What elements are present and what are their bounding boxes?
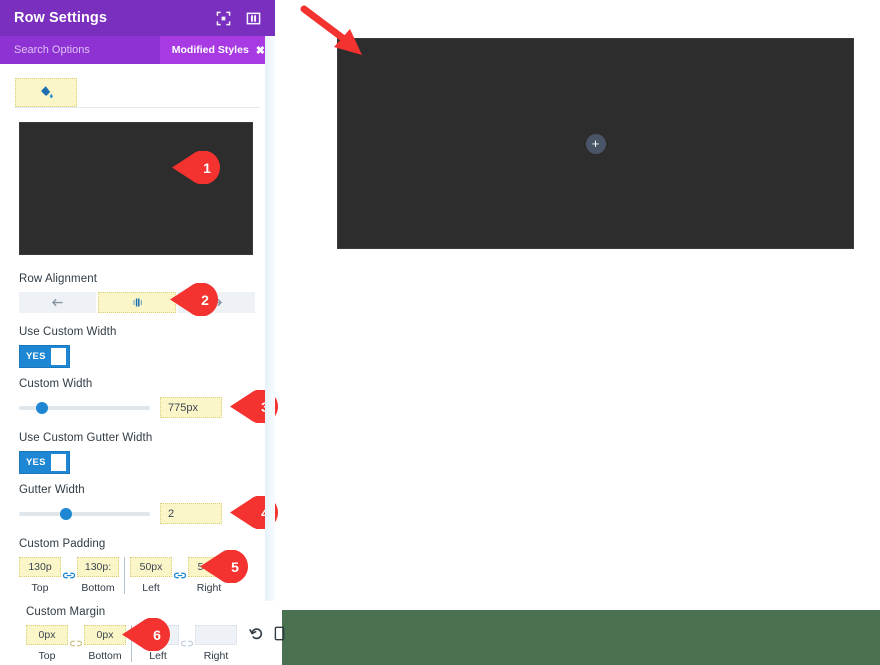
padding-left-label: Left — [142, 582, 160, 594]
toggle-knob — [50, 454, 66, 471]
use-custom-gutter-width-label: Use Custom Gutter Width — [19, 432, 153, 444]
field-use-custom-gutter-width: Use Custom Gutter Width YES — [19, 432, 255, 474]
custom-width-input[interactable]: 775px — [160, 397, 222, 418]
page-footer-band — [275, 610, 880, 665]
toggle-value: YES — [26, 457, 46, 468]
margin-right-cell: Right — [195, 625, 237, 662]
margin-bottom-label: Bottom — [88, 650, 122, 662]
panel-scroll-edge[interactable] — [265, 36, 275, 610]
modified-styles-badge[interactable]: Modified Styles ✖ — [159, 36, 275, 64]
padding-horizontal-linked-icon[interactable] — [172, 570, 188, 581]
padding-right-input[interactable]: 50px — [188, 557, 230, 577]
panel-layout-icon[interactable] — [246, 11, 261, 26]
margin-bottom-input[interactable]: 0px — [84, 625, 126, 645]
margin-vertical-unlinked-icon[interactable] — [68, 638, 84, 649]
panel-header-actions — [216, 11, 261, 26]
reset-icon[interactable] — [249, 626, 264, 641]
margin-vertical-pair: 0px Top 0px Bottom — [26, 625, 126, 662]
linked-icon — [173, 572, 187, 579]
padding-top-label: Top — [31, 582, 49, 594]
custom-width-row: 775px — [19, 397, 255, 418]
field-custom-padding: Custom Padding 130p Top 130p: Bottom 50p… — [19, 538, 269, 594]
linked-icon — [62, 572, 76, 579]
padding-top-input[interactable]: 130p — [19, 557, 61, 577]
gutter-width-input[interactable]: 2 — [160, 503, 222, 524]
margin-left-cell: Left — [137, 625, 179, 662]
margin-horizontal-unlinked-icon[interactable] — [179, 638, 195, 649]
use-custom-gutter-width-toggle[interactable]: YES — [19, 451, 70, 474]
panel-header: Row Settings — [0, 0, 275, 36]
margin-top-input[interactable]: 0px — [26, 625, 68, 645]
padding-left-input[interactable]: 50px — [130, 557, 172, 577]
custom-width-slider[interactable] — [19, 401, 150, 414]
expand-icon[interactable] — [216, 11, 231, 26]
gutter-width-row: 2 — [19, 503, 255, 524]
unlinked-icon — [180, 640, 194, 647]
padding-left-cell: 50px Left — [130, 557, 172, 594]
padding-vertical-linked-icon[interactable] — [61, 570, 77, 581]
settings-tab-strip — [15, 78, 260, 108]
row-preview-thumbnail[interactable] — [19, 122, 253, 255]
padding-bottom-label: Bottom — [81, 582, 115, 594]
row-alignment-label: Row Alignment — [19, 273, 98, 285]
align-center-icon — [132, 298, 142, 307]
paint-bucket-icon — [40, 86, 53, 98]
custom-width-slider-handle[interactable] — [36, 401, 49, 414]
gutter-width-slider-handle[interactable] — [59, 507, 72, 520]
field-row-alignment: Row Alignment — [19, 273, 256, 313]
row-alignment-options — [19, 292, 256, 313]
margin-right-label: Right — [203, 650, 229, 662]
add-module-button[interactable]: + — [585, 133, 606, 154]
row-settings-panel: Row Settings Modified Sty — [0, 0, 275, 610]
custom-width-label: Custom Width — [19, 378, 93, 390]
align-left-icon — [51, 298, 63, 307]
custom-padding-inputs: 130p Top 130p: Bottom 50px Left 50px Rig… — [19, 557, 269, 594]
field-custom-width: Custom Width 775px — [19, 378, 255, 418]
custom-padding-label: Custom Padding — [19, 538, 106, 550]
modified-styles-label: Modified Styles — [171, 44, 249, 56]
padding-bottom-cell: 130p: Bottom — [77, 557, 119, 594]
padding-top-cell: 130p Top — [19, 557, 61, 594]
padding-right-label: Right — [196, 582, 222, 594]
padding-right-cell: 50px Right — [188, 557, 230, 594]
padding-horizontal-pair: 50px Left 50px Right — [124, 557, 230, 594]
align-right-button[interactable] — [178, 292, 256, 313]
margin-actions — [249, 626, 285, 641]
gutter-width-slider[interactable] — [19, 507, 150, 520]
responsive-mobile-icon[interactable] — [274, 626, 285, 641]
margin-top-cell: 0px Top — [26, 625, 68, 662]
margin-top-label: Top — [38, 650, 56, 662]
margin-left-input[interactable] — [137, 625, 179, 645]
field-use-custom-width: Use Custom Width YES — [19, 326, 255, 368]
margin-bottom-cell: 0px Bottom — [84, 625, 126, 662]
padding-bottom-input[interactable]: 130p: — [77, 557, 119, 577]
search-bar: Modified Styles ✖ — [0, 36, 275, 64]
toggle-knob — [50, 348, 66, 365]
align-center-button[interactable] — [97, 292, 177, 313]
toggle-value: YES — [26, 351, 46, 362]
page-title: Row Settings — [14, 10, 108, 26]
close-icon[interactable]: ✖ — [256, 44, 265, 57]
padding-vertical-pair: 130p Top 130p: Bottom — [19, 557, 119, 594]
use-custom-width-label: Use Custom Width — [19, 326, 117, 338]
row-preview[interactable]: + — [337, 38, 854, 249]
margin-right-input[interactable] — [195, 625, 237, 645]
margin-horizontal-pair: Left Right — [131, 625, 237, 662]
gutter-width-label: Gutter Width — [19, 484, 85, 496]
custom-margin-inputs: 0px Top 0px Bottom Left Right — [26, 625, 285, 662]
field-custom-margin: Custom Margin 0px Top 0px Bottom Left Ri… — [17, 601, 285, 665]
use-custom-width-toggle[interactable]: YES — [19, 345, 70, 368]
align-right-icon — [211, 298, 223, 307]
screenshot-root: + Row Settings Search Options Modified S… — [0, 0, 880, 665]
align-left-button[interactable] — [19, 292, 96, 313]
custom-margin-label: Custom Margin — [26, 606, 106, 618]
unlinked-icon — [69, 640, 83, 647]
field-gutter-width: Gutter Width 2 — [19, 484, 255, 524]
margin-left-label: Left — [149, 650, 167, 662]
tab-design[interactable] — [15, 78, 77, 107]
